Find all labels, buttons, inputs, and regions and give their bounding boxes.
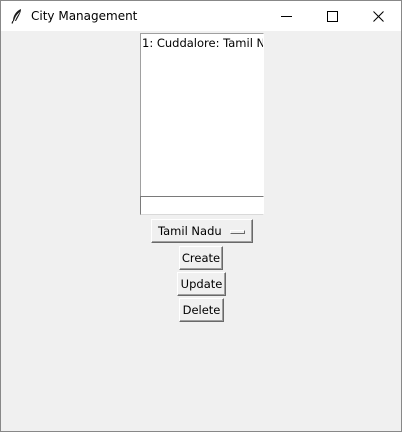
- update-button[interactable]: Update: [177, 272, 226, 296]
- title-bar[interactable]: City Management: [1, 1, 401, 31]
- close-button[interactable]: [355, 1, 401, 31]
- city-name-input[interactable]: [141, 199, 263, 217]
- maximize-icon: [326, 7, 338, 26]
- maximize-button[interactable]: [309, 1, 355, 31]
- state-option-menu[interactable]: Tamil Nadu: [151, 219, 253, 243]
- create-button[interactable]: Create: [179, 246, 223, 270]
- option-menu-indicator-icon: [230, 230, 245, 234]
- minimize-button[interactable]: [263, 1, 309, 31]
- window-title: City Management: [31, 9, 138, 23]
- close-icon: [372, 7, 384, 26]
- city-name-field[interactable]: [140, 196, 264, 217]
- state-selected-label: Tamil Nadu: [158, 224, 222, 238]
- feather-icon: [10, 8, 24, 24]
- app-window: City Management 1: Cuddalore: Tamil Nadu: [0, 0, 402, 432]
- minimize-icon: [280, 7, 292, 26]
- delete-button[interactable]: Delete: [179, 298, 224, 322]
- client-area: 1: Cuddalore: Tamil Nadu Tamil Nadu Crea…: [1, 31, 401, 431]
- city-listbox[interactable]: 1: Cuddalore: Tamil Nadu: [140, 33, 264, 197]
- list-item[interactable]: 1: Cuddalore: Tamil Nadu: [142, 36, 263, 50]
